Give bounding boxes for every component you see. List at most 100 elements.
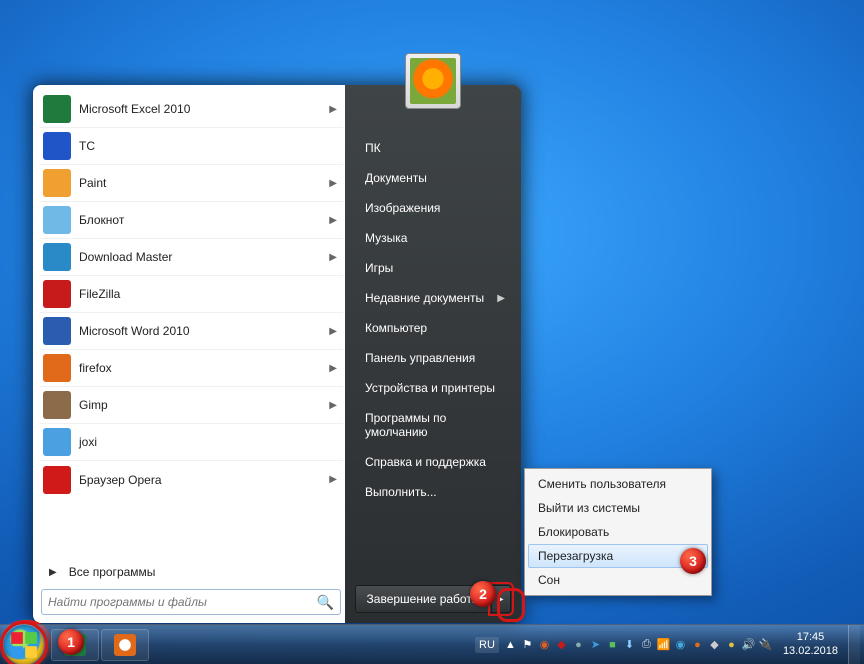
- tray-flag-icon[interactable]: ⚑: [520, 637, 535, 652]
- clock-time: 17:45: [783, 631, 838, 644]
- chevron-right-icon: ▶: [329, 400, 337, 411]
- opera-icon: [43, 466, 71, 494]
- tray-app3-icon[interactable]: ■: [605, 637, 620, 652]
- chevron-right-icon: ▶: [329, 326, 337, 337]
- right-pane-item-label: Компьютер: [365, 321, 427, 335]
- tray-network-icon[interactable]: 📶: [656, 637, 671, 652]
- right-pane-item[interactable]: Изображения: [349, 193, 517, 223]
- shutdown-submenu-item[interactable]: Выйти из системы: [528, 496, 708, 520]
- right-pane-item[interactable]: ПК: [349, 133, 517, 163]
- joxi-icon: [43, 428, 71, 456]
- program-label: firefox: [79, 361, 329, 375]
- tray-app6-icon[interactable]: ◆: [707, 637, 722, 652]
- chevron-right-icon: ▶: [497, 293, 505, 304]
- program-item[interactable]: FileZilla: [39, 276, 343, 313]
- program-item[interactable]: TC: [39, 128, 343, 165]
- tray-app5-icon[interactable]: ●: [690, 637, 705, 652]
- shutdown-submenu-item[interactable]: Сон: [528, 568, 708, 592]
- right-pane-item[interactable]: Программы по умолчанию: [349, 403, 517, 447]
- tray-app4-icon[interactable]: ◉: [673, 637, 688, 652]
- callout-1: 1: [58, 629, 84, 655]
- tray-up-icon[interactable]: ▲: [503, 637, 518, 652]
- right-pane-item[interactable]: Справка и поддержка: [349, 447, 517, 477]
- right-pane-item[interactable]: Панель управления: [349, 343, 517, 373]
- system-tray: RU ▲⚑◉◆●➤■⬇⎙📶◉●◆●🔊🔌 17:45 13.02.2018: [475, 625, 864, 664]
- user-picture[interactable]: [405, 53, 461, 109]
- word-icon: [43, 317, 71, 345]
- shutdown-label: Завершение работы: [367, 592, 481, 606]
- tray-shield-icon[interactable]: ◉: [537, 637, 552, 652]
- chevron-right-icon: ▶: [329, 178, 337, 189]
- shutdown-submenu-item[interactable]: Блокировать: [528, 520, 708, 544]
- program-item[interactable]: Paint▶: [39, 165, 343, 202]
- chevron-right-icon: ▶: [329, 104, 337, 115]
- program-label: Paint: [79, 176, 329, 190]
- taskbar-clock-app[interactable]: [101, 629, 149, 661]
- right-pane-item-label: Документы: [365, 171, 427, 185]
- taskbar: RU ▲⚑◉◆●➤■⬇⎙📶◉●◆●🔊🔌 17:45 13.02.2018: [0, 624, 864, 664]
- all-programs[interactable]: ▶ Все программы: [39, 557, 343, 589]
- right-pane-item[interactable]: Устройства и принтеры: [349, 373, 517, 403]
- language-indicator[interactable]: RU: [475, 637, 499, 653]
- chevron-right-icon: ▶: [49, 567, 57, 578]
- program-list: Microsoft Excel 2010▶TCPaint▶Блокнот▶Dow…: [39, 91, 343, 557]
- callout-3: 3: [680, 548, 706, 574]
- chevron-right-icon: ▶: [329, 363, 337, 374]
- show-desktop-button[interactable]: [848, 625, 860, 664]
- right-pane-item-label: Изображения: [365, 201, 440, 215]
- right-pane-item[interactable]: Компьютер: [349, 313, 517, 343]
- taskbar-clock[interactable]: 17:45 13.02.2018: [783, 631, 838, 657]
- program-item[interactable]: Gimp▶: [39, 387, 343, 424]
- program-label: Microsoft Excel 2010: [79, 102, 329, 116]
- tray-volume-icon[interactable]: 🔊: [741, 637, 756, 652]
- notepad-icon: [43, 206, 71, 234]
- right-pane-item[interactable]: Музыка: [349, 223, 517, 253]
- user-picture-image: [410, 58, 456, 104]
- program-item[interactable]: Microsoft Word 2010▶: [39, 313, 343, 350]
- program-item[interactable]: joxi: [39, 424, 343, 461]
- all-programs-label: Все программы: [69, 565, 156, 579]
- start-menu: Microsoft Excel 2010▶TCPaint▶Блокнот▶Dow…: [32, 84, 522, 624]
- program-label: Microsoft Word 2010: [79, 324, 329, 338]
- chevron-right-icon: ▸: [498, 594, 503, 605]
- search-input[interactable]: [48, 595, 317, 609]
- right-pane-item[interactable]: Недавние документы▶: [349, 283, 517, 313]
- program-item[interactable]: firefox▶: [39, 350, 343, 387]
- right-pane-item[interactable]: Выполнить...: [349, 477, 517, 507]
- search-box[interactable]: 🔍: [41, 589, 341, 615]
- tray-telegram-icon[interactable]: ➤: [588, 637, 603, 652]
- chevron-right-icon: ▶: [329, 252, 337, 263]
- start-menu-right-pane: ПК Документы Изображения Музыка ИгрыНедавние…: [345, 85, 521, 623]
- tc-icon: [43, 132, 71, 160]
- right-pane-list: ПК Документы Изображения Музыка ИгрыНедавние…: [349, 133, 517, 585]
- clock-check-icon: [114, 634, 136, 656]
- gimp-icon: [43, 391, 71, 419]
- windows-logo-icon: [10, 631, 38, 659]
- program-label: FileZilla: [79, 287, 337, 301]
- tray-printer-icon[interactable]: ⎙: [639, 637, 654, 652]
- right-pane-item-label: Устройства и принтеры: [365, 381, 495, 395]
- tray-app7-icon[interactable]: ●: [724, 637, 739, 652]
- program-item[interactable]: Download Master▶: [39, 239, 343, 276]
- firefox-icon: [43, 354, 71, 382]
- right-pane-item[interactable]: Игры: [349, 253, 517, 283]
- program-item[interactable]: Microsoft Excel 2010▶: [39, 91, 343, 128]
- excel-icon: [43, 95, 71, 123]
- program-item[interactable]: Блокнот▶: [39, 202, 343, 239]
- tray-app1-icon[interactable]: ◆: [554, 637, 569, 652]
- tray-app2-icon[interactable]: ●: [571, 637, 586, 652]
- clock-date: 13.02.2018: [783, 645, 838, 658]
- start-button[interactable]: [4, 625, 44, 664]
- start-menu-left-pane: Microsoft Excel 2010▶TCPaint▶Блокнот▶Dow…: [33, 85, 345, 623]
- tray-icons: ▲⚑◉◆●➤■⬇⎙📶◉●◆●🔊🔌: [503, 637, 773, 652]
- shutdown-submenu-item[interactable]: Сменить пользователя: [528, 472, 708, 496]
- program-label: TC: [79, 139, 337, 153]
- program-label: Download Master: [79, 250, 329, 264]
- right-pane-item-label: Музыка: [365, 231, 407, 245]
- right-pane-item[interactable]: Документы: [349, 163, 517, 193]
- tray-power-icon[interactable]: 🔌: [758, 637, 773, 652]
- filezilla-icon: [43, 280, 71, 308]
- tray-download-icon[interactable]: ⬇: [622, 637, 637, 652]
- program-item[interactable]: Браузер Opera▶: [39, 461, 343, 498]
- right-pane-item-label: ПК: [365, 141, 381, 155]
